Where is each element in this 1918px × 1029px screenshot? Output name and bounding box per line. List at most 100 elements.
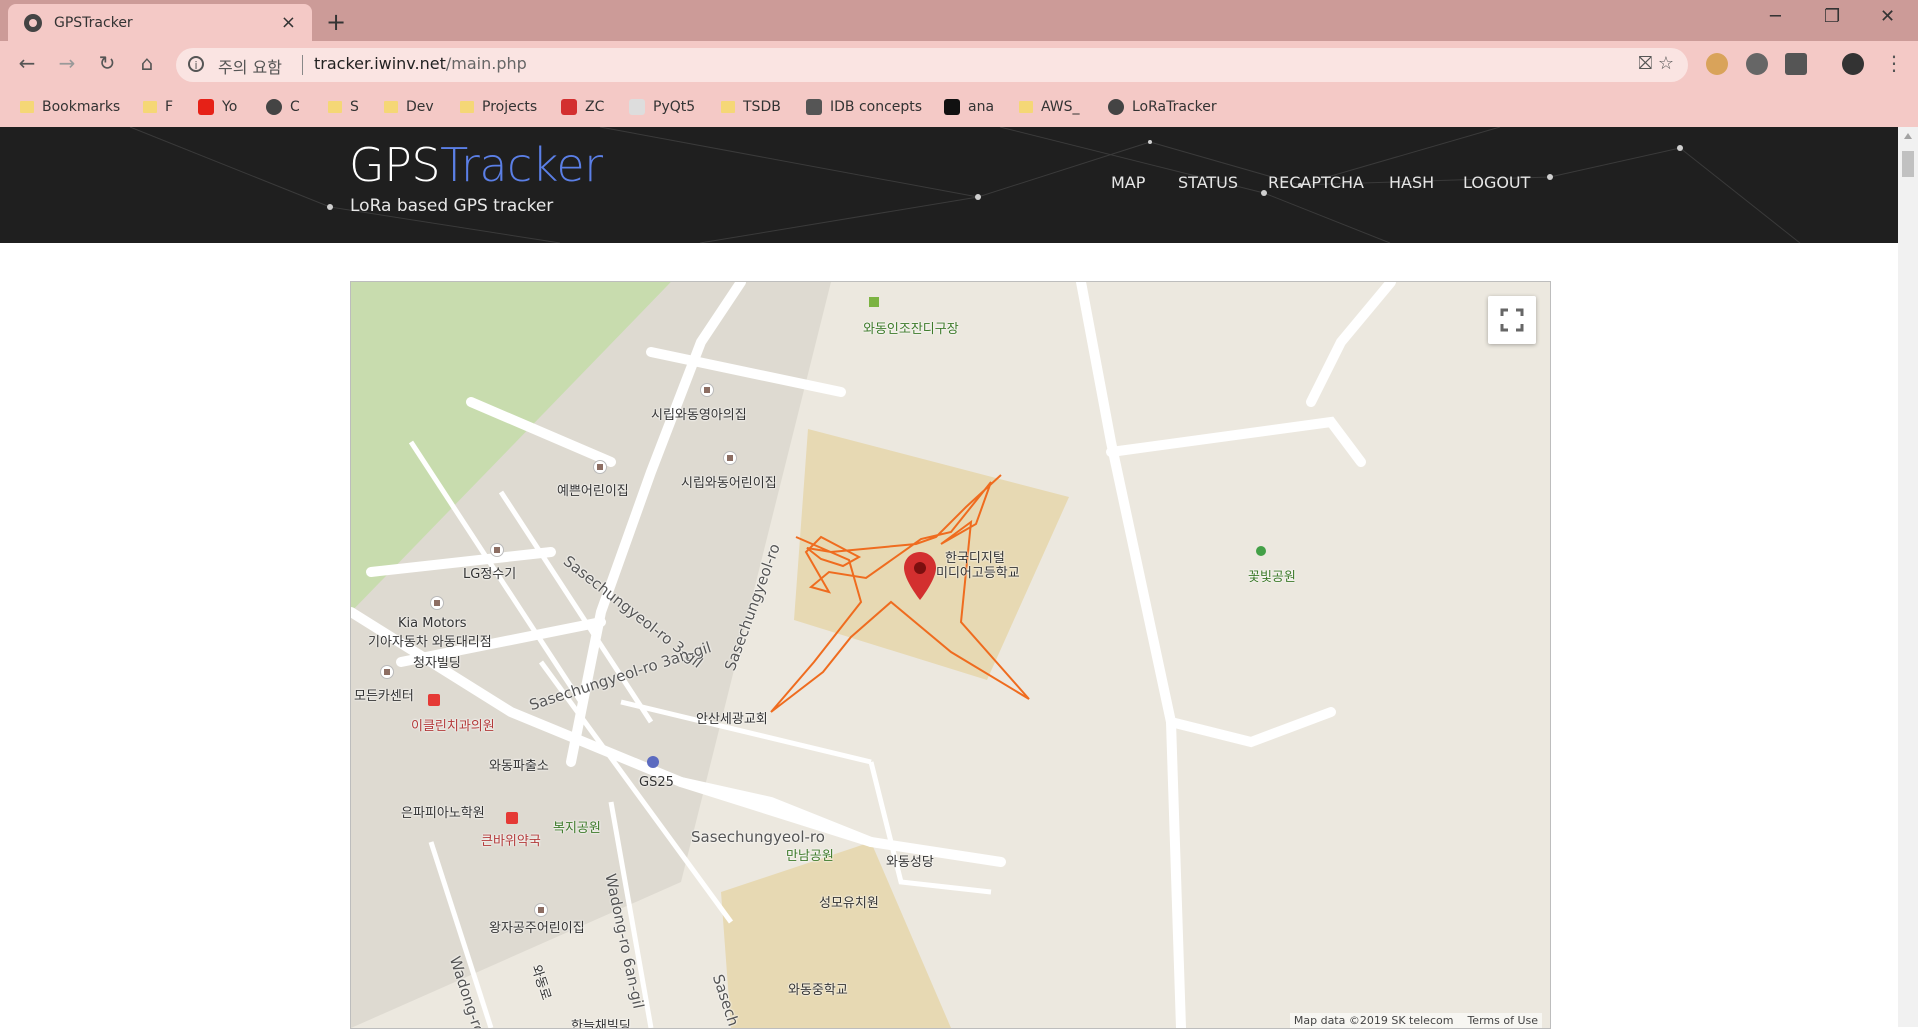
play-icon (944, 99, 960, 115)
folder-icon (143, 101, 157, 113)
tab-title: GPSTracker (54, 15, 133, 31)
fullscreen-button[interactable] (1488, 296, 1536, 344)
shopping-cart-icon[interactable] (647, 756, 659, 768)
bookmark-tsdb[interactable]: TSDB (721, 95, 781, 119)
bookmark-label: Dev (406, 99, 434, 115)
sports-icon[interactable] (869, 297, 879, 307)
globe-icon (1108, 99, 1124, 115)
influx-icon (806, 99, 822, 115)
tab-close-icon[interactable]: × (281, 12, 296, 33)
nav-map[interactable]: MAP (1111, 173, 1145, 192)
back-button[interactable]: ← (13, 51, 41, 75)
tab-favicon-icon (24, 14, 42, 32)
map-label-kinder: 성모유치원 (819, 896, 879, 911)
map-label-middle: 와동중학교 (788, 983, 848, 998)
map-label-gs25: GS25 (639, 775, 674, 790)
nav-recaptcha[interactable]: RECAPTCHA (1268, 173, 1364, 192)
map-label-golf: 와동인조잔디구장 (863, 322, 959, 337)
map-label-daycare2: 예쁜어린이집 (557, 484, 629, 499)
map-copyright: Map data ©2019 SK telecom (1293, 1014, 1454, 1027)
bookmark-label: ZC (585, 99, 605, 115)
map-label-modeun: 모든카센터 (354, 689, 414, 704)
nav-logout[interactable]: LOGOUT (1463, 173, 1530, 192)
browser-menu-icon[interactable]: ⋮ (1880, 51, 1908, 75)
map-view[interactable]: 와동인조잔디구장 시립와동영아의집 예쁜어린이집 시립와동어린이집 Sasech… (350, 281, 1551, 1029)
map-label-police: 와동파출소 (489, 759, 549, 774)
forward-button[interactable]: → (53, 51, 81, 75)
shop-icon[interactable] (430, 596, 444, 610)
nav-status[interactable]: STATUS (1178, 173, 1238, 192)
hospital-icon[interactable] (428, 694, 440, 706)
nav-hash[interactable]: HASH (1389, 173, 1434, 192)
scroll-up-icon[interactable] (1904, 133, 1912, 139)
map-label-catholic: 와동성당 (886, 855, 934, 870)
daycare-icon[interactable] (700, 383, 714, 397)
bookmark-ana[interactable]: ana (944, 95, 994, 119)
browser-tab[interactable]: GPSTracker × (8, 4, 312, 41)
bookmarks-bar: Bookmarks F Yo C S Dev Projects ZC PyQt5 TSDB IDB … (0, 89, 1918, 127)
bookmark-aws-[interactable]: AWS_ (1019, 95, 1080, 119)
folder-icon (460, 101, 474, 113)
divider (302, 55, 303, 75)
bookmark-f[interactable]: F (143, 95, 173, 119)
bookmark-idb-concepts[interactable]: IDB concepts (806, 95, 922, 119)
daycare-icon[interactable] (534, 903, 548, 917)
globe-icon (266, 99, 282, 115)
bookmark-s[interactable]: S (328, 95, 359, 119)
folder-icon (721, 101, 735, 113)
bookmark-projects[interactable]: Projects (460, 95, 537, 119)
map-label-cheongja: 청자빌딩 (413, 656, 461, 671)
bookmark-pyqt5[interactable]: PyQt5 (629, 95, 695, 119)
home-button[interactable]: ⌂ (133, 51, 161, 75)
bookmark-c[interactable]: C (266, 95, 300, 119)
terms-link[interactable]: Terms of Use (1467, 1014, 1538, 1027)
map-label-park1: 꽃빛공원 (1248, 570, 1296, 585)
minimize-button[interactable]: ─ (1770, 6, 1781, 27)
map-label-princess: 왕자공주어린이집 (489, 921, 585, 936)
park-icon[interactable] (1256, 546, 1266, 556)
bookmark-star-icon[interactable]: ⛝ ☆ (1638, 53, 1674, 74)
page-scrollbar[interactable] (1898, 127, 1918, 1027)
bookmark-loratracker[interactable]: LoRaTracker (1108, 95, 1217, 119)
bookmark-zc[interactable]: ZC (561, 95, 604, 119)
pharmacy-icon[interactable] (506, 812, 518, 824)
address-bar[interactable]: i 주의 요함 tracker.iwinv.net/main.php ⛝ ☆ (176, 48, 1688, 82)
window-close-button[interactable]: ✕ (1880, 6, 1895, 27)
bookmark-label: C (290, 99, 300, 115)
bookmark-label: TSDB (743, 99, 781, 115)
map-label-dental: 이클린치과의원 (411, 719, 495, 734)
bookmark-label: Bookmarks (42, 99, 121, 115)
site-info-icon[interactable]: i (188, 56, 204, 72)
bookmark-dev[interactable]: Dev (384, 95, 434, 119)
daycare-icon[interactable] (723, 451, 737, 465)
security-warning[interactable]: 주의 요함 (218, 54, 282, 78)
restore-button[interactable]: ❐ (1824, 6, 1840, 27)
profile-avatar[interactable] (1842, 53, 1864, 75)
daycare-icon[interactable] (593, 460, 607, 474)
zc-icon (561, 99, 577, 115)
folder-icon (328, 101, 342, 113)
browser-toolbar: ← → ↻ ⌂ i 주의 요함 tracker.iwinv.net/main.p… (0, 41, 1918, 89)
folder-icon (20, 101, 34, 113)
map-label-kia1: Kia Motors (398, 616, 467, 631)
site-logo[interactable]: GPSTracker (349, 138, 603, 192)
shop-icon[interactable] (380, 665, 394, 679)
cookie-extension-icon[interactable] (1706, 53, 1728, 75)
url-text[interactable]: tracker.iwinv.net/main.php (314, 54, 527, 73)
reload-button[interactable]: ↻ (93, 51, 121, 75)
extension-icon[interactable] (1746, 53, 1768, 75)
bookmark-yo[interactable]: Yo (198, 95, 237, 119)
map-attribution: Map data ©2019 SK telecom Terms of Use (1289, 1013, 1542, 1028)
bookmark-label: S (350, 99, 359, 115)
map-label-lg: LG정수기 (463, 567, 517, 582)
new-tab-button[interactable]: + (326, 8, 346, 36)
map-label-school2: 미디어고등학교 (936, 566, 1020, 581)
bookmark-bookmarks[interactable]: Bookmarks (20, 95, 120, 119)
map-label-daycare3: 시립와동어린이집 (681, 476, 777, 491)
shop-icon[interactable] (490, 543, 504, 557)
crown-extension-icon[interactable] (1785, 53, 1807, 75)
scroll-thumb[interactable] (1902, 151, 1914, 177)
site-tagline: LoRa based GPS tracker (350, 196, 554, 216)
bookmark-label: PyQt5 (653, 99, 696, 115)
location-marker-icon[interactable] (904, 552, 936, 600)
